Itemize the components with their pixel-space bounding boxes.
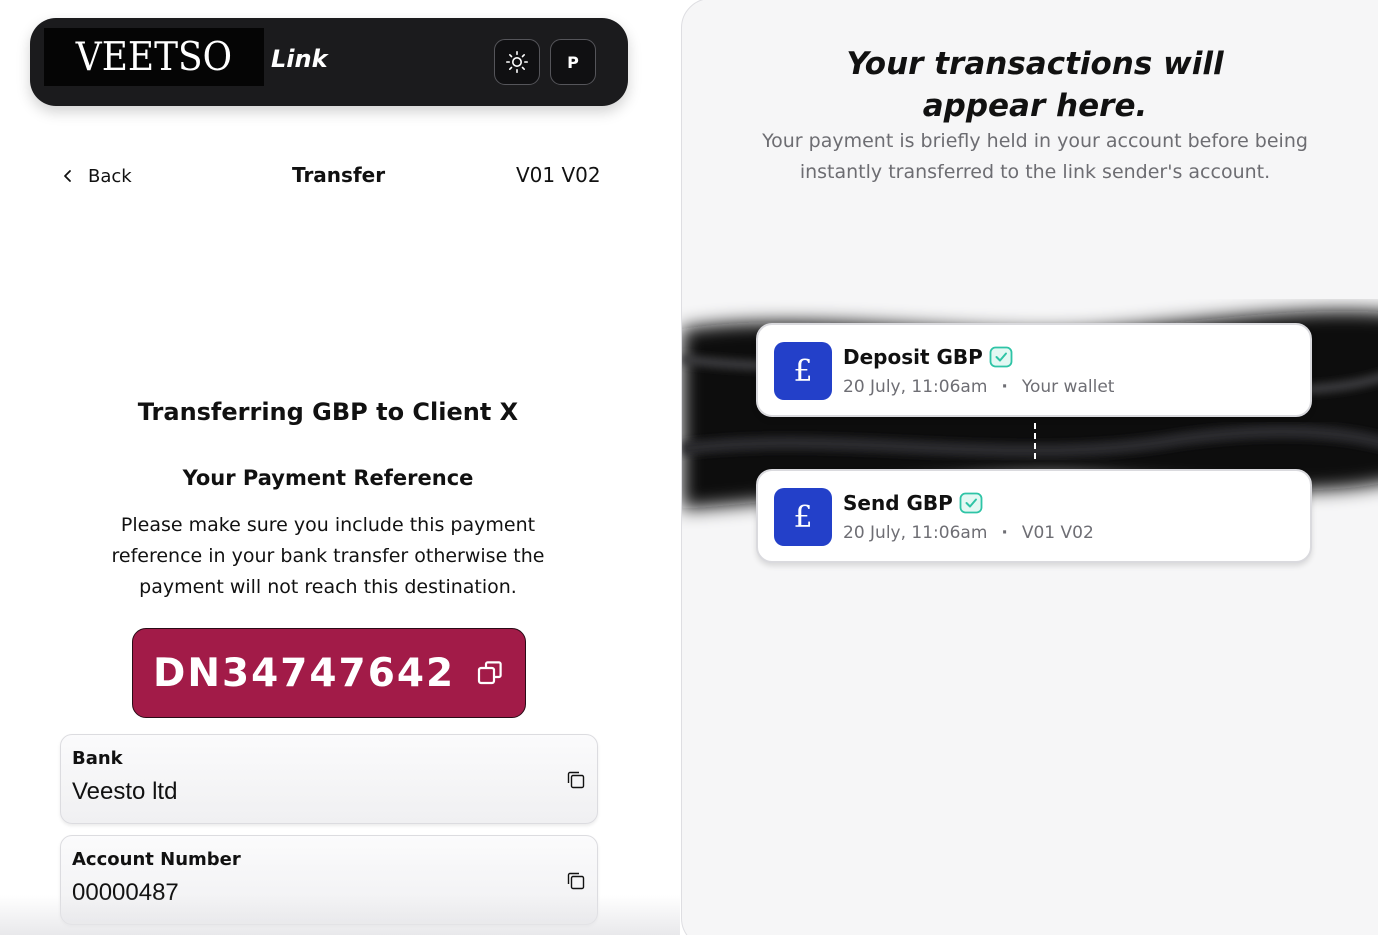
transactions-title: Your transactions will appear here. — [846, 46, 1224, 124]
logo-text: VEETSO — [75, 34, 233, 80]
check-badge-icon — [959, 492, 983, 514]
transaction-title-row: Send GBP — [843, 491, 983, 515]
transaction-item-send[interactable]: £ Send GBP 20 July, 11:06am · V01 V02 — [756, 469, 1312, 563]
page-title: Transfer — [292, 163, 386, 187]
account-code: V01 V02 — [516, 163, 601, 187]
sun-icon — [505, 50, 529, 74]
transaction-date: 20 July, 11:06am — [843, 377, 988, 397]
transaction-title: Send GBP — [843, 491, 953, 515]
transaction-title-row: Deposit GBP — [843, 345, 1013, 369]
copy-account-number-icon[interactable] — [567, 872, 585, 890]
currency-symbol: £ — [793, 353, 813, 389]
transfer-panel: VEETSO Link P Back Transfer V01 V02 Tran… — [0, 0, 680, 935]
transaction-item-deposit[interactable]: £ Deposit GBP 20 July, 11:06am · Your wa… — [756, 323, 1312, 417]
account-number-field: Account Number 00000487 — [60, 835, 598, 925]
transaction-target: Your wallet — [1021, 377, 1115, 397]
currency-symbol: £ — [793, 499, 813, 535]
reference-info: Please make sure you include this paymen… — [111, 514, 545, 598]
transactions-subtitle: Your payment is briefly held in your acc… — [762, 130, 1308, 183]
bank-label: Bank — [72, 748, 123, 769]
top-bar: VEETSO Link P — [30, 18, 628, 106]
theme-toggle-button[interactable] — [494, 39, 540, 85]
pound-icon: £ — [774, 342, 832, 400]
product-label: Link — [271, 45, 328, 73]
back-label: Back — [88, 165, 132, 187]
back-button[interactable]: Back — [62, 163, 132, 189]
transfer-heading: Transferring GBP to Client X — [137, 398, 519, 426]
copy-icon — [477, 661, 502, 685]
account-number-value: 00000487 — [72, 879, 179, 906]
separator: · — [1001, 523, 1008, 543]
copy-bank-icon[interactable] — [567, 771, 585, 789]
bank-value: Veesto ltd — [72, 778, 178, 805]
account-number-label: Account Number — [72, 849, 241, 870]
logo[interactable]: VEETSO — [44, 28, 264, 86]
transaction-meta: 20 July, 11:06am · V01 V02 — [843, 523, 1094, 543]
transaction-connector — [1034, 423, 1036, 459]
bank-field: Bank Veesto ltd — [60, 734, 598, 824]
reference-heading: Your Payment Reference — [182, 466, 474, 490]
profile-initial: P — [567, 52, 579, 72]
transaction-date: 20 July, 11:06am — [843, 523, 988, 543]
separator: · — [1001, 377, 1008, 397]
profile-button[interactable]: P — [550, 39, 596, 85]
copy-reference-button[interactable]: DN34747642 — [132, 628, 526, 718]
check-badge-icon — [989, 346, 1013, 368]
chevron-left-icon — [64, 170, 71, 182]
transactions-panel: Your transactions will appear here. Your… — [681, 0, 1378, 935]
transaction-meta: 20 July, 11:06am · Your wallet — [843, 377, 1114, 397]
transaction-title: Deposit GBP — [843, 345, 983, 369]
transaction-target: V01 V02 — [1021, 523, 1094, 543]
reference-code: DN34747642 — [153, 650, 456, 696]
pound-icon: £ — [774, 488, 832, 546]
